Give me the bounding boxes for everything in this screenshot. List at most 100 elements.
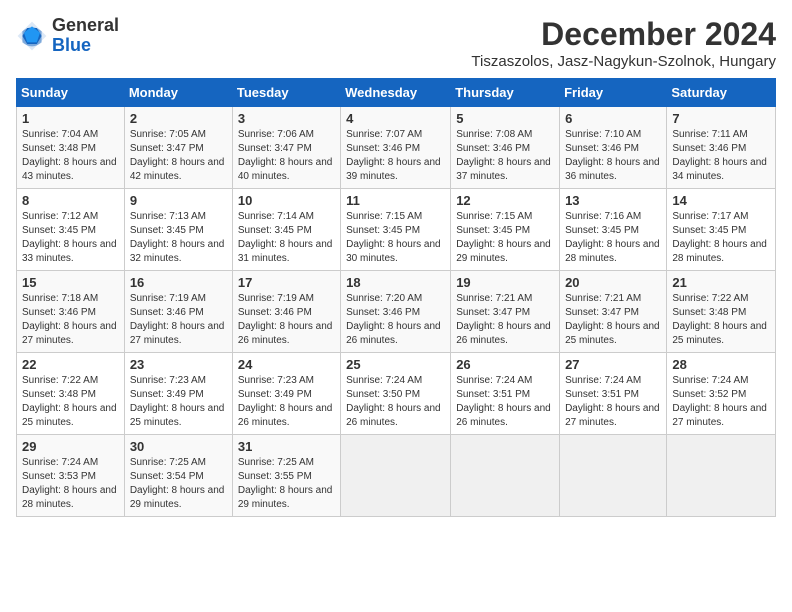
day-info: Sunrise: 7:25 AMSunset: 3:54 PMDaylight:… [130,456,227,512]
day-number: 18 [346,275,445,290]
calendar-cell: 29 Sunrise: 7:24 AMSunset: 3:53 PMDayligh… [17,435,125,517]
calendar-table: SundayMondayTuesdayWednesdayThursdayFrid… [16,78,776,517]
day-info: Sunrise: 7:21 AMSunset: 3:47 PMDaylight:… [565,292,661,348]
day-info: Sunrise: 7:15 AMSunset: 3:45 PMDaylight:… [346,210,445,266]
day-number: 21 [672,275,770,290]
day-number: 30 [130,439,227,454]
calendar-cell [560,435,667,517]
weekday-header-tuesday: Tuesday [232,79,340,107]
day-info: Sunrise: 7:14 AMSunset: 3:45 PMDaylight:… [238,210,335,266]
calendar-cell [451,435,560,517]
weekday-header-thursday: Thursday [451,79,560,107]
day-info: Sunrise: 7:13 AMSunset: 3:45 PMDaylight:… [130,210,227,266]
day-number: 26 [456,357,554,372]
day-number: 13 [565,193,661,208]
calendar-cell: 15Sunrise: 7:18 AMSunset: 3:46 PMDayligh… [17,271,125,353]
day-info: Sunrise: 7:24 AMSunset: 3:53 PMDaylight:… [22,456,119,512]
logo: General Blue [16,16,119,56]
calendar-cell: 12Sunrise: 7:15 AMSunset: 3:45 PMDayligh… [451,189,560,271]
day-number: 1 [22,111,119,126]
day-info: Sunrise: 7:12 AMSunset: 3:45 PMDaylight:… [22,210,119,266]
day-number: 20 [565,275,661,290]
weekday-header-sunday: Sunday [17,79,125,107]
calendar-cell: 23 Sunrise: 7:23 AMSunset: 3:49 PMDayligh… [124,353,232,435]
calendar-cell: 3 Sunrise: 7:06 AMSunset: 3:47 PMDaylight… [232,107,340,189]
calendar-cell: 19 Sunrise: 7:21 AMSunset: 3:47 PMDayligh… [451,271,560,353]
day-info: Sunrise: 7:23 AMSunset: 3:49 PMDaylight:… [130,374,227,430]
calendar-cell: 16 Sunrise: 7:19 AMSunset: 3:46 PMDayligh… [124,271,232,353]
day-number: 14 [672,193,770,208]
day-info: Sunrise: 7:21 AMSunset: 3:47 PMDaylight:… [456,292,554,348]
location-title: Tiszaszolos, Jasz-Nagykun-Szolnok, Hunga… [471,53,776,70]
day-number: 19 [456,275,554,290]
day-info: Sunrise: 7:10 AMSunset: 3:46 PMDaylight:… [565,128,661,184]
day-info: Sunrise: 7:07 AMSunset: 3:46 PMDaylight:… [346,128,445,184]
week-row-1: 1 Sunrise: 7:04 AMSunset: 3:48 PMDaylight… [17,107,776,189]
calendar-cell: 4 Sunrise: 7:07 AMSunset: 3:46 PMDaylight… [341,107,451,189]
calendar-cell: 2 Sunrise: 7:05 AMSunset: 3:47 PMDaylight… [124,107,232,189]
day-number: 23 [130,357,227,372]
calendar-cell: 7 Sunrise: 7:11 AMSunset: 3:46 PMDaylight… [667,107,776,189]
day-number: 24 [238,357,335,372]
calendar-cell: 26Sunrise: 7:24 AMSunset: 3:51 PMDayligh… [451,353,560,435]
day-number: 4 [346,111,445,126]
calendar-cell: 10Sunrise: 7:14 AMSunset: 3:45 PMDayligh… [232,189,340,271]
calendar-cell: 20 Sunrise: 7:21 AMSunset: 3:47 PMDayligh… [560,271,667,353]
week-row-5: 29 Sunrise: 7:24 AMSunset: 3:53 PMDayligh… [17,435,776,517]
day-info: Sunrise: 7:16 AMSunset: 3:45 PMDaylight:… [565,210,661,266]
day-number: 8 [22,193,119,208]
day-info: Sunrise: 7:22 AMSunset: 3:48 PMDaylight:… [22,374,119,430]
day-number: 5 [456,111,554,126]
calendar-cell: 1 Sunrise: 7:04 AMSunset: 3:48 PMDaylight… [17,107,125,189]
day-info: Sunrise: 7:11 AMSunset: 3:46 PMDaylight:… [672,128,770,184]
calendar-cell: 24Sunrise: 7:23 AMSunset: 3:49 PMDayligh… [232,353,340,435]
logo-text: General Blue [52,16,119,56]
calendar-cell: 6 Sunrise: 7:10 AMSunset: 3:46 PMDaylight… [560,107,667,189]
calendar-cell: 17Sunrise: 7:19 AMSunset: 3:46 PMDayligh… [232,271,340,353]
title-section: December 2024 Tiszaszolos, Jasz-Nagykun-… [471,16,776,70]
calendar-cell: 18 Sunrise: 7:20 AMSunset: 3:46 PMDayligh… [341,271,451,353]
day-number: 6 [565,111,661,126]
day-number: 7 [672,111,770,126]
day-info: Sunrise: 7:25 AMSunset: 3:55 PMDaylight:… [238,456,335,512]
calendar-cell [341,435,451,517]
day-number: 15 [22,275,119,290]
day-number: 17 [238,275,335,290]
day-info: Sunrise: 7:24 AMSunset: 3:52 PMDaylight:… [672,374,770,430]
day-number: 2 [130,111,227,126]
day-info: Sunrise: 7:20 AMSunset: 3:46 PMDaylight:… [346,292,445,348]
weekday-header-saturday: Saturday [667,79,776,107]
calendar-cell: 27Sunrise: 7:24 AMSunset: 3:51 PMDayligh… [560,353,667,435]
day-info: Sunrise: 7:24 AMSunset: 3:50 PMDaylight:… [346,374,445,430]
calendar-cell: 14 Sunrise: 7:17 AMSunset: 3:45 PMDayligh… [667,189,776,271]
logo-icon [16,20,48,52]
calendar-cell [667,435,776,517]
weekday-header-wednesday: Wednesday [341,79,451,107]
day-info: Sunrise: 7:06 AMSunset: 3:47 PMDaylight:… [238,128,335,184]
day-info: Sunrise: 7:05 AMSunset: 3:47 PMDaylight:… [130,128,227,184]
day-info: Sunrise: 7:22 AMSunset: 3:48 PMDaylight:… [672,292,770,348]
day-number: 29 [22,439,119,454]
weekday-header-monday: Monday [124,79,232,107]
day-number: 3 [238,111,335,126]
calendar-cell: 25Sunrise: 7:24 AMSunset: 3:50 PMDayligh… [341,353,451,435]
day-info: Sunrise: 7:19 AMSunset: 3:46 PMDaylight:… [130,292,227,348]
day-info: Sunrise: 7:04 AMSunset: 3:48 PMDaylight:… [22,128,119,184]
calendar-cell: 31 Sunrise: 7:25 AMSunset: 3:55 PMDayligh… [232,435,340,517]
day-number: 11 [346,193,445,208]
week-row-3: 15Sunrise: 7:18 AMSunset: 3:46 PMDayligh… [17,271,776,353]
day-number: 22 [22,357,119,372]
calendar-cell: 21 Sunrise: 7:22 AMSunset: 3:48 PMDayligh… [667,271,776,353]
day-number: 28 [672,357,770,372]
day-number: 31 [238,439,335,454]
calendar-cell: 9Sunrise: 7:13 AMSunset: 3:45 PMDaylight… [124,189,232,271]
calendar-cell: 30 Sunrise: 7:25 AMSunset: 3:54 PMDayligh… [124,435,232,517]
logo-general-text: General [52,16,119,36]
calendar-cell: 13 Sunrise: 7:16 AMSunset: 3:45 PMDayligh… [560,189,667,271]
day-info: Sunrise: 7:17 AMSunset: 3:45 PMDaylight:… [672,210,770,266]
day-number: 16 [130,275,227,290]
calendar-cell: 28 Sunrise: 7:24 AMSunset: 3:52 PMDayligh… [667,353,776,435]
calendar-cell: 5Sunrise: 7:08 AMSunset: 3:46 PMDaylight… [451,107,560,189]
calendar-cell: 8 Sunrise: 7:12 AMSunset: 3:45 PMDaylight… [17,189,125,271]
day-info: Sunrise: 7:24 AMSunset: 3:51 PMDaylight:… [565,374,661,430]
